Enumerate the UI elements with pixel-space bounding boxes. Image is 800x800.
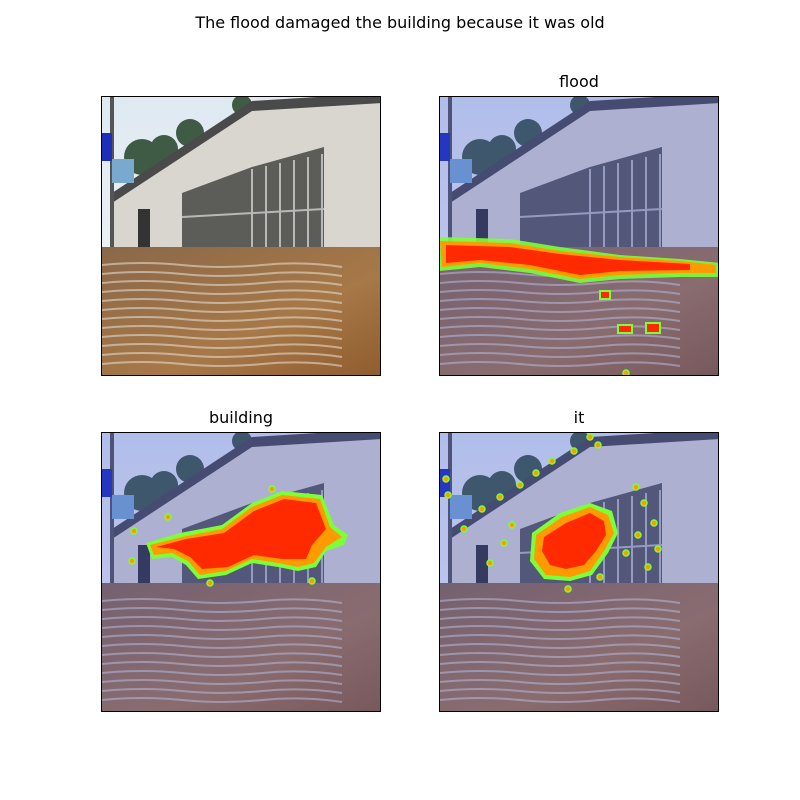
panel-title-building: building bbox=[208, 408, 274, 427]
flood-scene-image bbox=[102, 97, 380, 375]
figure-title: The flood damaged the building because i… bbox=[195, 13, 605, 32]
scene-background bbox=[102, 97, 380, 375]
scene-background bbox=[102, 433, 380, 711]
panel-original-image bbox=[101, 96, 381, 376]
building-attention-image bbox=[102, 433, 380, 711]
it-attention-image bbox=[440, 433, 718, 711]
scene-background bbox=[440, 97, 718, 375]
panel-flood-attention bbox=[439, 96, 719, 376]
panel-it-attention bbox=[439, 432, 719, 712]
panel-title-it: it bbox=[573, 408, 585, 427]
panel-title-flood: flood bbox=[559, 72, 599, 91]
panel-building-attention bbox=[101, 432, 381, 712]
flood-attention-image bbox=[440, 97, 718, 375]
